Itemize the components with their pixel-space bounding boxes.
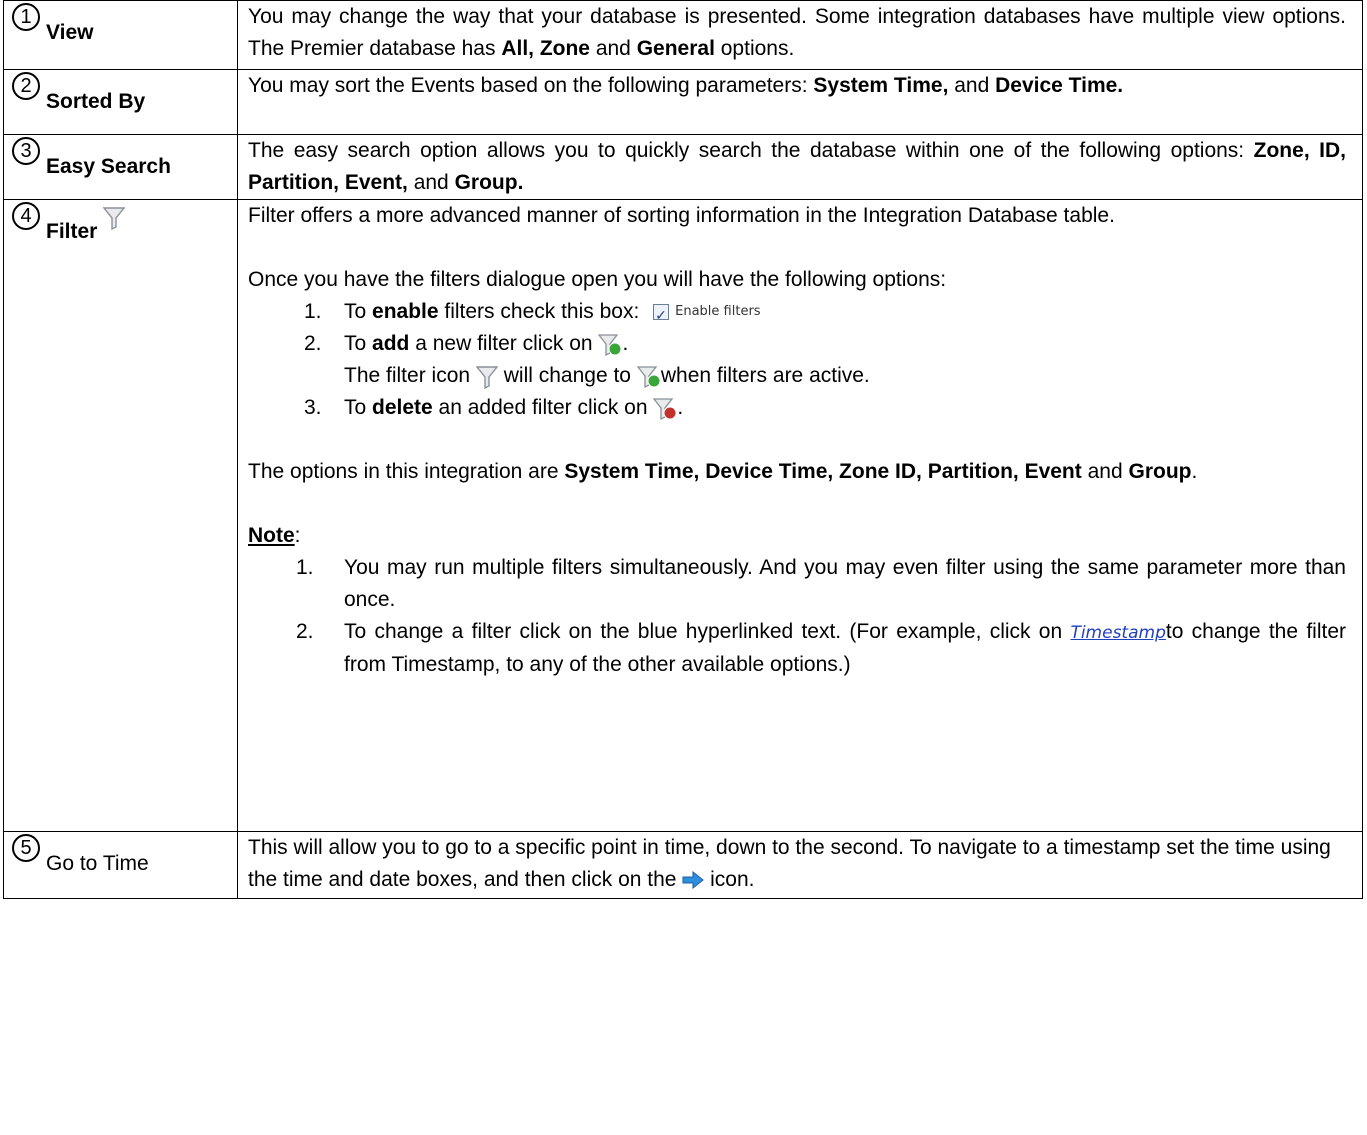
note-text: You may run multiple filters simultaneou… (344, 556, 1346, 612)
checkbox-label: Enable filters (675, 304, 761, 320)
feature-description-table: 1 View You may change the way that your d… (3, 0, 1363, 899)
row-description-view: You may change the way that your databas… (237, 0, 1363, 70)
filter-options-text: The options in this integration are Syst… (248, 456, 1346, 488)
desc-text: and (948, 74, 996, 97)
circled-number: 5 (12, 834, 40, 862)
list-item: 2. To change a filter click on the blue … (248, 616, 1346, 681)
active-filter-icon (636, 366, 661, 388)
row-description-sorted-by: You may sort the Events based on the fol… (237, 69, 1363, 135)
label-text: Easy Search (46, 155, 171, 178)
row-description-go-to-time: This will allow you to go to a specific … (237, 831, 1363, 899)
arrow-right-icon[interactable] (682, 871, 705, 890)
desc-text: The easy search option allows you to qui… (248, 139, 1254, 162)
filter-steps-list: 1. To enable filters check this box: Ena… (248, 296, 1346, 424)
table-row-go-to-time: 5 Go to Time This will allow you to go to… (3, 831, 1363, 899)
timestamp-link[interactable]: Timestamp (1070, 623, 1165, 643)
step-text: . (677, 396, 684, 420)
desc-bold: Group. (454, 171, 524, 194)
step-text: . (622, 332, 629, 356)
list-number: 1. (304, 300, 322, 323)
note-colon: : (294, 524, 301, 548)
options-bold: Group (1128, 460, 1192, 484)
filter-icon (103, 207, 126, 231)
desc-bold: System Time, (813, 74, 949, 97)
circled-number: 2 (12, 72, 40, 100)
note-list: 1. You may run multiple filters simultan… (248, 552, 1346, 681)
desc-text: and (589, 37, 637, 60)
list-number: 2. (304, 332, 322, 356)
desc-text: icon. (710, 868, 755, 891)
circled-number: 4 (12, 202, 40, 230)
step-text: will change to (503, 364, 631, 388)
table-row-sorted-by: 2 Sorted By You may sort the Events based… (3, 69, 1363, 135)
table-row-view: 1 View You may change the way that your d… (3, 0, 1363, 70)
delete-filter-icon[interactable] (653, 397, 677, 421)
step-text: when filters are active. (660, 364, 870, 388)
add-filter-icon[interactable] (598, 333, 622, 357)
note-heading: Note (248, 524, 295, 548)
table-row-easy-search: 3 Easy Search The easy search option allo… (3, 134, 1363, 200)
list-number: 1. (296, 556, 314, 580)
note-text: To change a filter click on the blue hyp… (344, 620, 1071, 644)
step-text: The filter icon (344, 364, 471, 388)
circled-number: 3 (12, 137, 40, 165)
desc-text: and (407, 171, 455, 194)
desc-text: You may change the way that your databas… (248, 5, 1346, 60)
step-bold: add (372, 332, 410, 356)
desc-bold: General (636, 37, 715, 60)
filter-intro: Filter offers a more advanced manner of … (248, 204, 1115, 227)
step-text: To (344, 300, 373, 323)
options-text: and (1081, 460, 1129, 484)
options-bold: System Time, Device Time, Zone ID, Parti… (564, 460, 1082, 484)
label-text: View (46, 21, 94, 44)
checkbox-checked-icon (653, 299, 670, 331)
filter-icon (475, 366, 498, 389)
enable-filters-checkbox[interactable]: Enable filters (653, 296, 761, 331)
label-text: Go to Time (46, 852, 149, 875)
desc-text: This will allow you to go to a specific … (248, 836, 1331, 891)
step-text: a new filter click on (409, 332, 593, 356)
label-text: Sorted By (46, 90, 146, 113)
row-description-filter: Filter offers a more advanced manner of … (237, 199, 1363, 832)
step-bold: delete (372, 396, 433, 420)
step-text: To (344, 396, 373, 420)
step-text: To (344, 332, 373, 356)
list-item: 3. To delete an added filter click on . (248, 392, 1346, 424)
step-text: filters check this box: (438, 300, 640, 323)
options-text: The options in this integration are (248, 460, 565, 484)
step-bold: enable (372, 300, 439, 323)
row-label-sorted-by: 2 Sorted By (3, 69, 238, 135)
row-label-go-to-time: 5 Go to Time (3, 831, 238, 899)
list-item: 1. To enable filters check this box: Ena… (248, 296, 1346, 331)
row-label-filter: 4 Filter (3, 199, 238, 832)
table-row-filter: 4 Filter Filter offers a more advanced ma… (3, 199, 1363, 832)
desc-bold: Device Time. (995, 74, 1124, 97)
desc-bold: All, Zone (501, 37, 590, 60)
options-text: . (1191, 460, 1198, 484)
desc-text: You may sort the Events based on the fol… (248, 74, 814, 97)
note-section: Note: 1. You may run multiple filters si… (248, 520, 1346, 681)
list-item: 2. To add a new filter click on . The fi… (248, 328, 1346, 392)
circled-number: 1 (12, 3, 40, 31)
row-description-easy-search: The easy search option allows you to qui… (237, 134, 1363, 200)
list-number: 2. (296, 620, 314, 644)
step-text: an added filter click on (432, 396, 648, 420)
row-label-easy-search: 3 Easy Search (3, 134, 238, 200)
desc-text: options. (714, 37, 795, 60)
list-item: 1. You may run multiple filters simultan… (248, 552, 1346, 616)
label-text: Filter (46, 220, 98, 243)
list-number: 3. (304, 396, 322, 420)
row-label-view: 1 View (3, 0, 238, 70)
filter-open-text: Once you have the filters dialogue open … (248, 268, 947, 291)
